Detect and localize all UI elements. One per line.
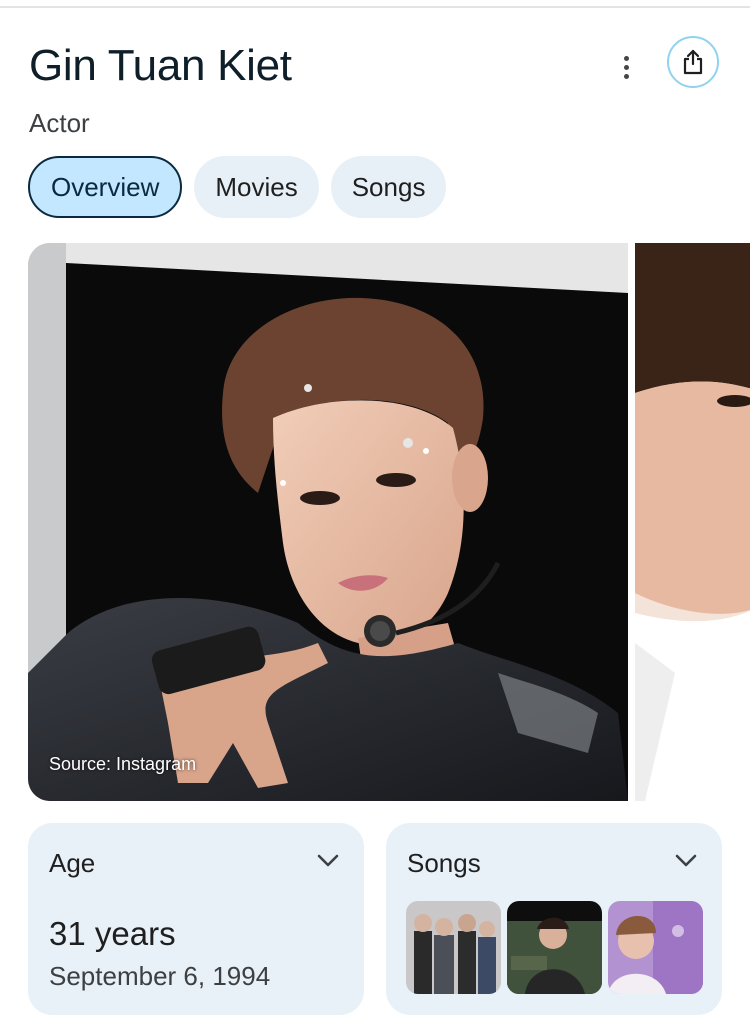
more-options-button[interactable]: [611, 50, 641, 84]
song-thumbnail-image: [507, 901, 602, 994]
second-photo[interactable]: [635, 243, 750, 801]
age-value: 31 years: [49, 915, 176, 952]
song-thumbnail-image: [608, 901, 703, 994]
songs-label: Songs: [407, 848, 481, 878]
entity-title: Gin Tuan Kiet: [29, 41, 292, 90]
chevron-down-icon: [675, 854, 697, 867]
more-vert-dot: [623, 64, 629, 70]
entity-subtitle: Actor: [29, 108, 90, 138]
birth-date: September 6, 1994: [49, 961, 271, 991]
songs-card[interactable]: Songs: [386, 823, 722, 1015]
top-divider: [0, 6, 750, 8]
chevron-down-icon: [317, 854, 339, 867]
song-thumbnail-image: [406, 901, 501, 994]
song-thumbnail[interactable]: [507, 901, 602, 994]
song-thumbnail[interactable]: [608, 901, 703, 994]
song-thumbnails: [406, 901, 703, 994]
second-photo-image: [635, 243, 750, 801]
age-label: Age: [49, 848, 96, 878]
profile-photo-image: [28, 243, 628, 801]
age-card[interactable]: Age 31 years September 6, 1994: [28, 823, 364, 1015]
share-button[interactable]: [667, 36, 719, 88]
song-thumbnail[interactable]: [406, 901, 501, 994]
profile-photo[interactable]: Source: Instagram: [28, 243, 628, 801]
tab-songs[interactable]: Songs: [330, 156, 447, 218]
more-vert-dot: [623, 73, 629, 79]
image-source-caption: Source: Instagram: [49, 754, 197, 774]
image-carousel[interactable]: Source: Instagram: [28, 243, 750, 801]
tab-overview[interactable]: Overview: [28, 156, 183, 218]
tab-bar: Overview Movies Songs: [28, 156, 447, 218]
more-vert-icon: [623, 55, 629, 61]
tab-movies[interactable]: Movies: [194, 156, 319, 218]
share-icon: [683, 49, 703, 75]
